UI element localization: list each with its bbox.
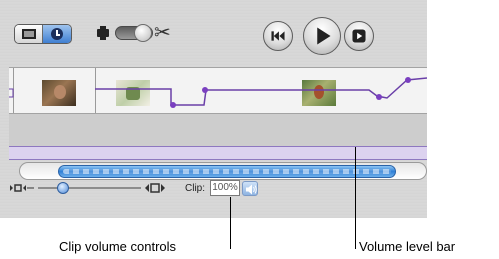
zoom-large-icon [145,183,165,193]
camera-icon [97,26,109,40]
zoom-slider-track[interactable] [38,187,141,189]
clip-volume-curve[interactable] [9,68,427,115]
volume-level-bar[interactable] [9,146,427,160]
volume-point[interactable] [202,87,208,93]
speaker-icon [246,184,257,195]
viewer-mode-toggle [14,24,72,44]
zoom-small-icon [10,184,34,192]
timeline-video-track[interactable] [9,67,427,114]
volume-point[interactable] [376,94,382,100]
clip-volume-label: Clip: [185,183,206,194]
empty-track-area [9,114,427,146]
camera-edit-mode-switch[interactable] [115,24,153,42]
rewind-icon [271,31,285,41]
zoom-slider-knob[interactable] [57,182,69,194]
rewind-button[interactable] [263,21,293,51]
play-fullscreen-icon [352,29,366,43]
clip-viewer-icon [22,29,36,39]
callout-line-clip-volume [230,197,231,249]
clip-viewer-button[interactable] [15,25,43,43]
callout-clip-volume-controls: Clip volume controls [59,239,177,254]
imovie-window: ✂ Clip: 100% [0,0,427,218]
clip-volume-speaker-button[interactable] [242,181,258,196]
toolbar: ✂ [0,0,427,62]
play-fullscreen-button[interactable] [344,21,374,51]
volume-point[interactable] [170,102,176,108]
timeline-viewer-button[interactable] [43,25,71,43]
play-icon [317,27,331,45]
callout-line-volume-bar [355,147,356,249]
clip-volume-field[interactable]: 100% [210,180,240,196]
scrubber-bar[interactable] [58,165,396,178]
timeline-viewer-icon [51,28,63,40]
callout-volume-level-bar: Volume level bar [359,239,456,254]
scissors-icon: ✂ [154,20,171,44]
switch-knob[interactable] [134,24,152,42]
play-button[interactable] [303,17,341,55]
volume-point[interactable] [405,77,411,83]
